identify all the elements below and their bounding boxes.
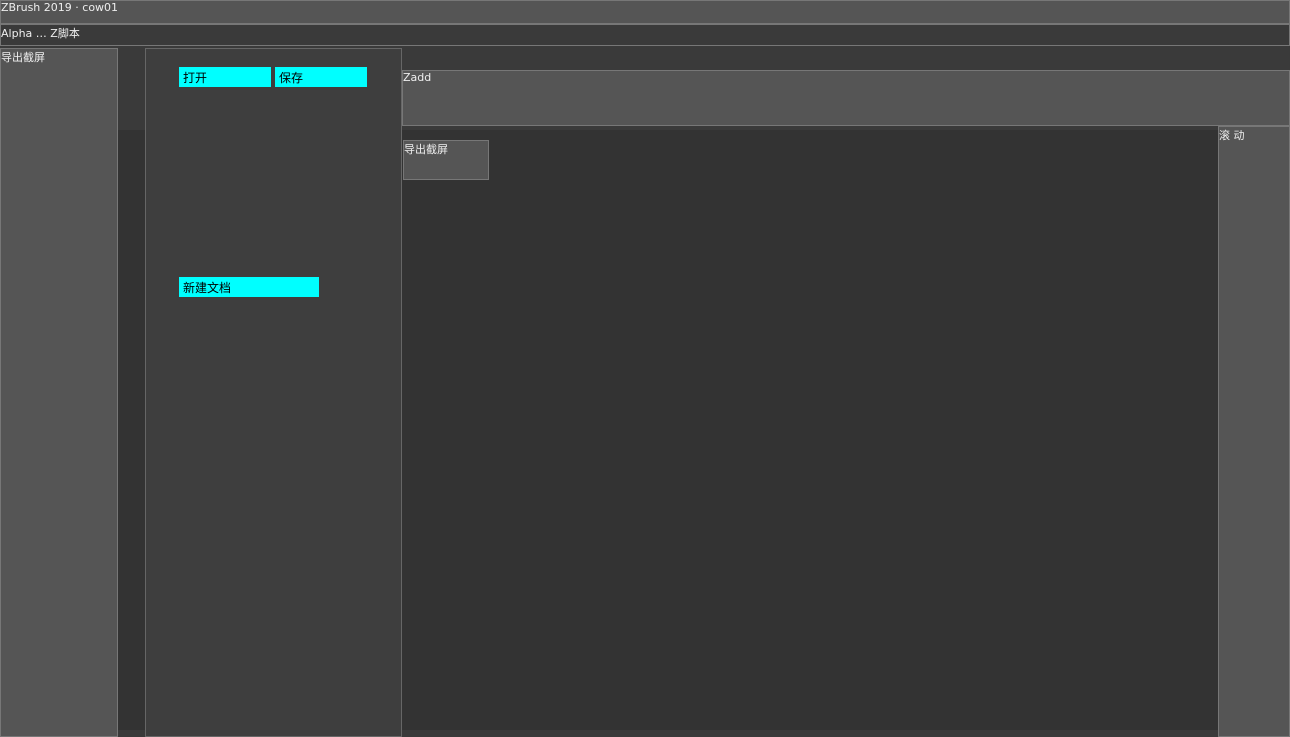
right-shelf[interactable]: 滚 动 <box>1218 126 1290 737</box>
save-button[interactable]: 保存 <box>275 67 367 87</box>
menu-bar[interactable]: Alpha … Z脚本 <box>0 24 1290 46</box>
document-menu-popup[interactable]: 打开 保存 新建文档 <box>145 48 402 737</box>
title-bar: ZBrush 2019 · cow01 <box>0 0 1290 24</box>
open-button[interactable]: 打开 <box>179 67 271 87</box>
new-document-button[interactable]: 新建文档 <box>179 277 319 297</box>
top-toolbar[interactable]: Zadd <box>402 70 1290 126</box>
tooltip: 导出截屏 <box>403 140 489 180</box>
left-shelf[interactable]: 导出截屏 <box>0 48 118 737</box>
